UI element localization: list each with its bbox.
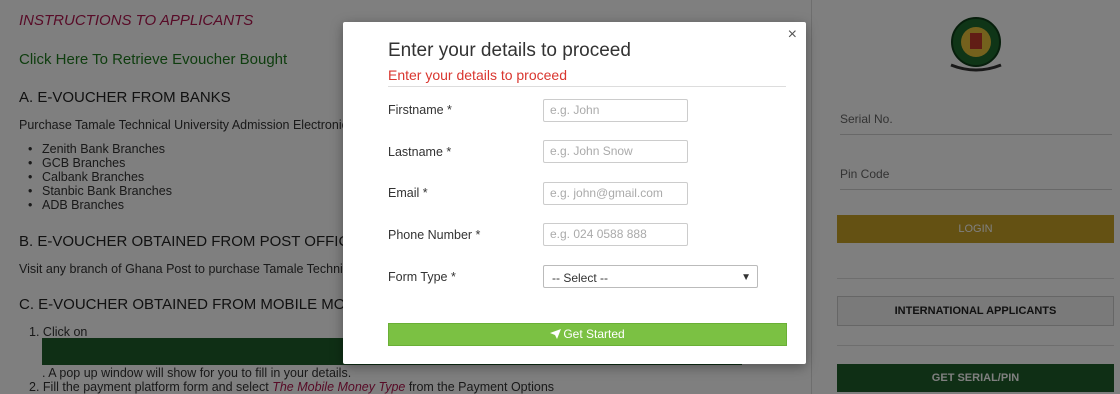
modal-title: Enter your details to proceed [388, 40, 631, 61]
details-modal: × Enter your details to proceed Enter yo… [343, 22, 806, 364]
form-type-selected-value: -- Select -- [552, 271, 609, 285]
close-icon[interactable]: × [788, 26, 797, 44]
form-type-label: Form Type * [388, 270, 456, 284]
firstname-input[interactable]: e.g. John [543, 99, 688, 122]
get-started-button[interactable]: Get Started [388, 323, 787, 346]
firstname-label: Firstname * [388, 103, 452, 117]
email-input[interactable]: e.g. john@gmail.com [543, 182, 688, 205]
form-type-select[interactable]: -- Select -- ▼ [543, 265, 758, 288]
paper-plane-icon [550, 329, 562, 339]
get-started-label: Get Started [563, 327, 625, 341]
chevron-down-icon: ▼ [741, 272, 751, 283]
modal-subtitle: Enter your details to proceed [388, 67, 567, 83]
lastname-label: Lastname * [388, 145, 452, 159]
phone-number-input[interactable]: e.g. 024 0588 888 [543, 223, 688, 246]
phone-number-label: Phone Number * [388, 228, 481, 242]
divider [388, 86, 786, 87]
lastname-input[interactable]: e.g. John Snow [543, 140, 688, 163]
email-label: Email * [388, 186, 428, 200]
